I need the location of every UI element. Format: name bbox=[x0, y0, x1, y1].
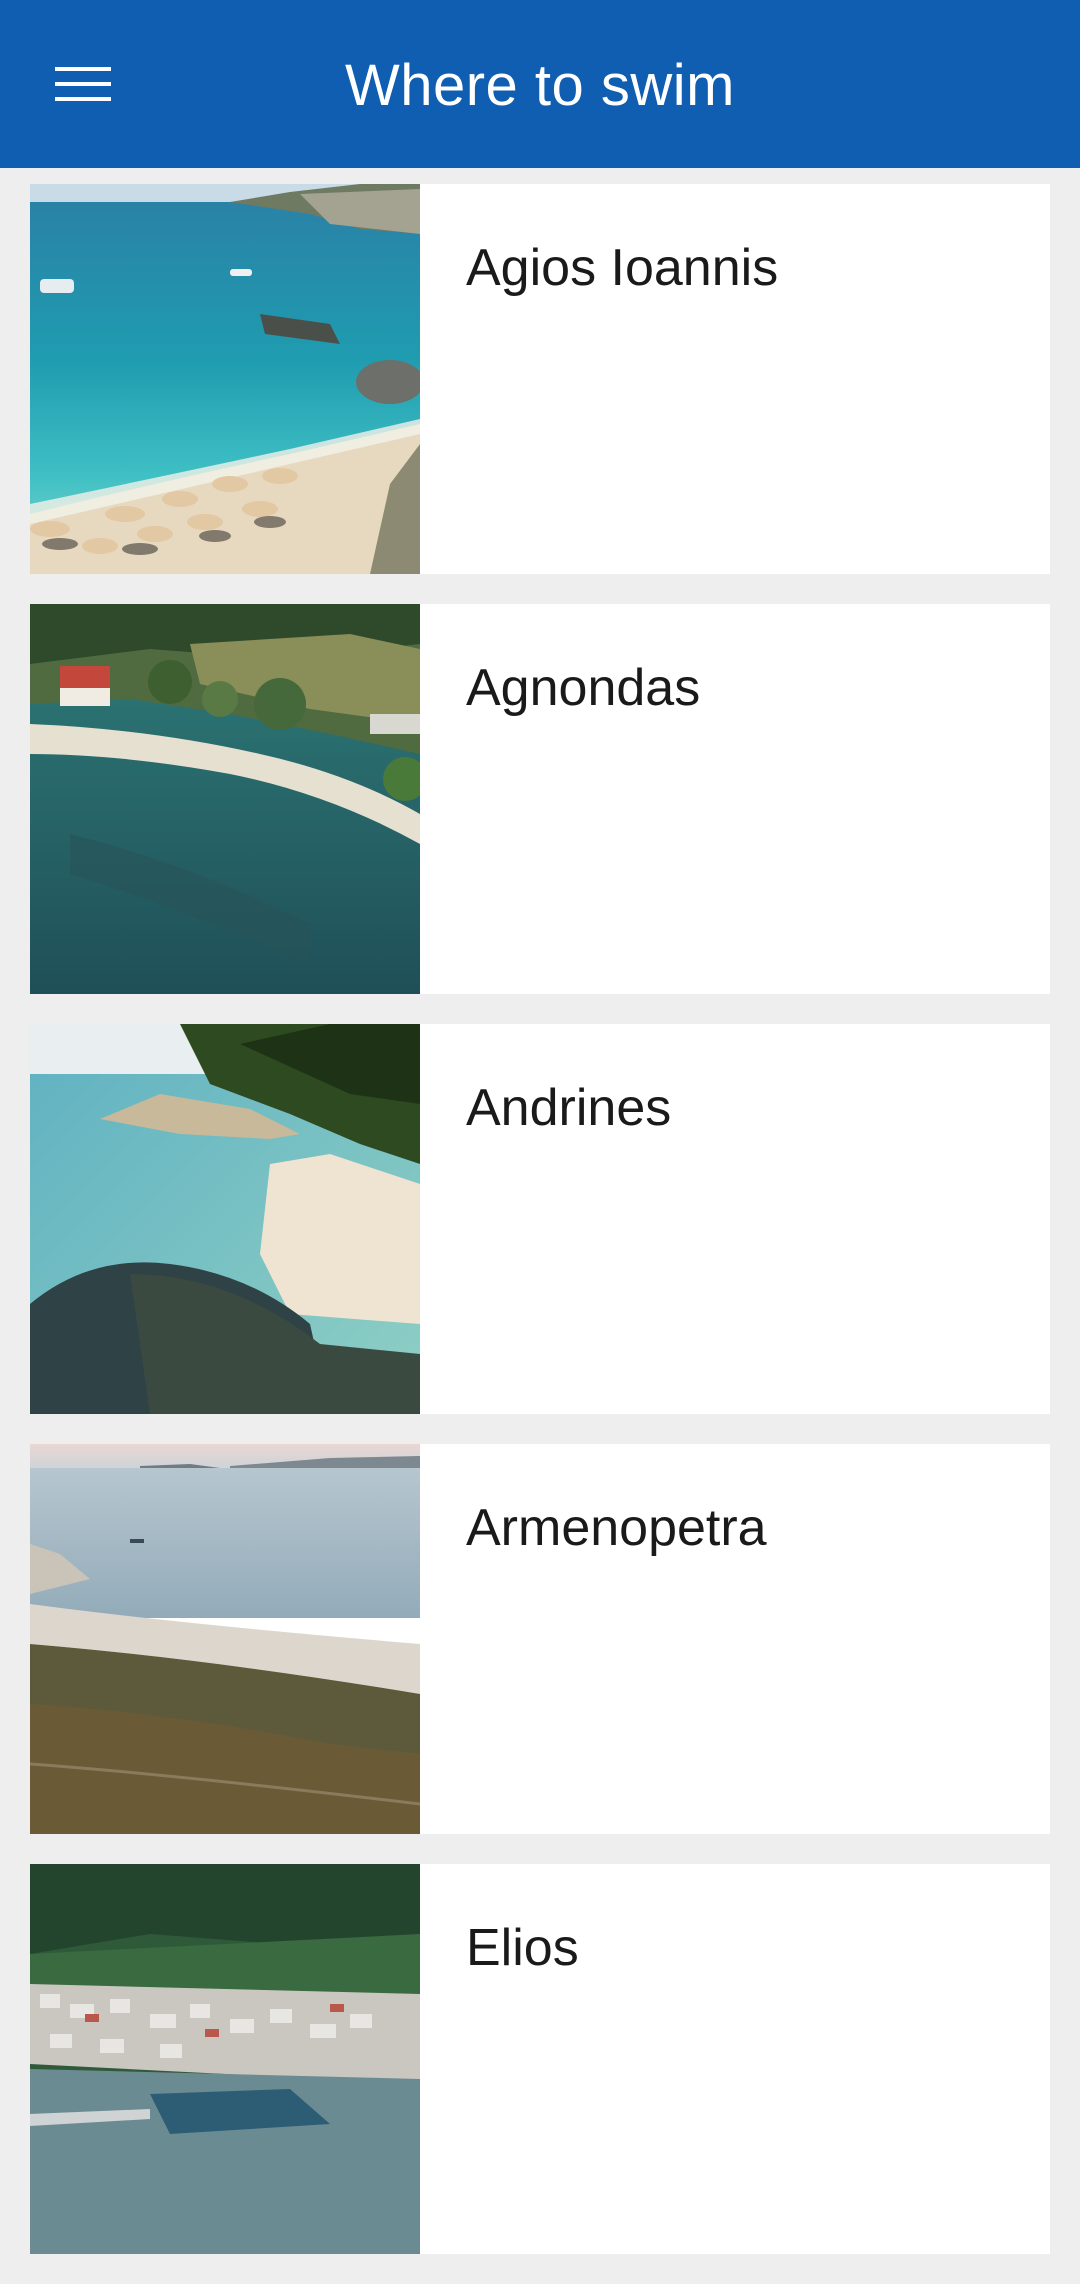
beach-photo bbox=[30, 604, 420, 994]
beach-photo bbox=[30, 1024, 420, 1414]
beach-name: Agnondas bbox=[466, 659, 701, 717]
list-item-elios[interactable]: Elios bbox=[30, 1864, 1050, 2254]
beach-name: Agios Ioannis bbox=[466, 239, 779, 297]
beach-name: Elios bbox=[466, 1919, 579, 1977]
list-item-armenopetra[interactable]: Armenopetra bbox=[30, 1444, 1050, 1834]
beach-photo bbox=[30, 1864, 420, 2254]
beach-name: Armenopetra bbox=[466, 1499, 767, 1557]
list-item-andrines[interactable]: Andrines bbox=[30, 1024, 1050, 1414]
beach-photo bbox=[30, 184, 420, 574]
app-bar: Where to swim bbox=[0, 0, 1080, 168]
list-item-agnondas[interactable]: Agnondas bbox=[30, 604, 1050, 994]
beach-list: Agios Ioannis Agnondas Andrines Armenope… bbox=[30, 184, 1050, 2284]
list-item-agios-ioannis[interactable]: Agios Ioannis bbox=[30, 184, 1050, 574]
page-title: Where to swim bbox=[344, 53, 735, 118]
beach-photo bbox=[30, 1444, 420, 1834]
beach-name: Andrines bbox=[466, 1079, 672, 1137]
